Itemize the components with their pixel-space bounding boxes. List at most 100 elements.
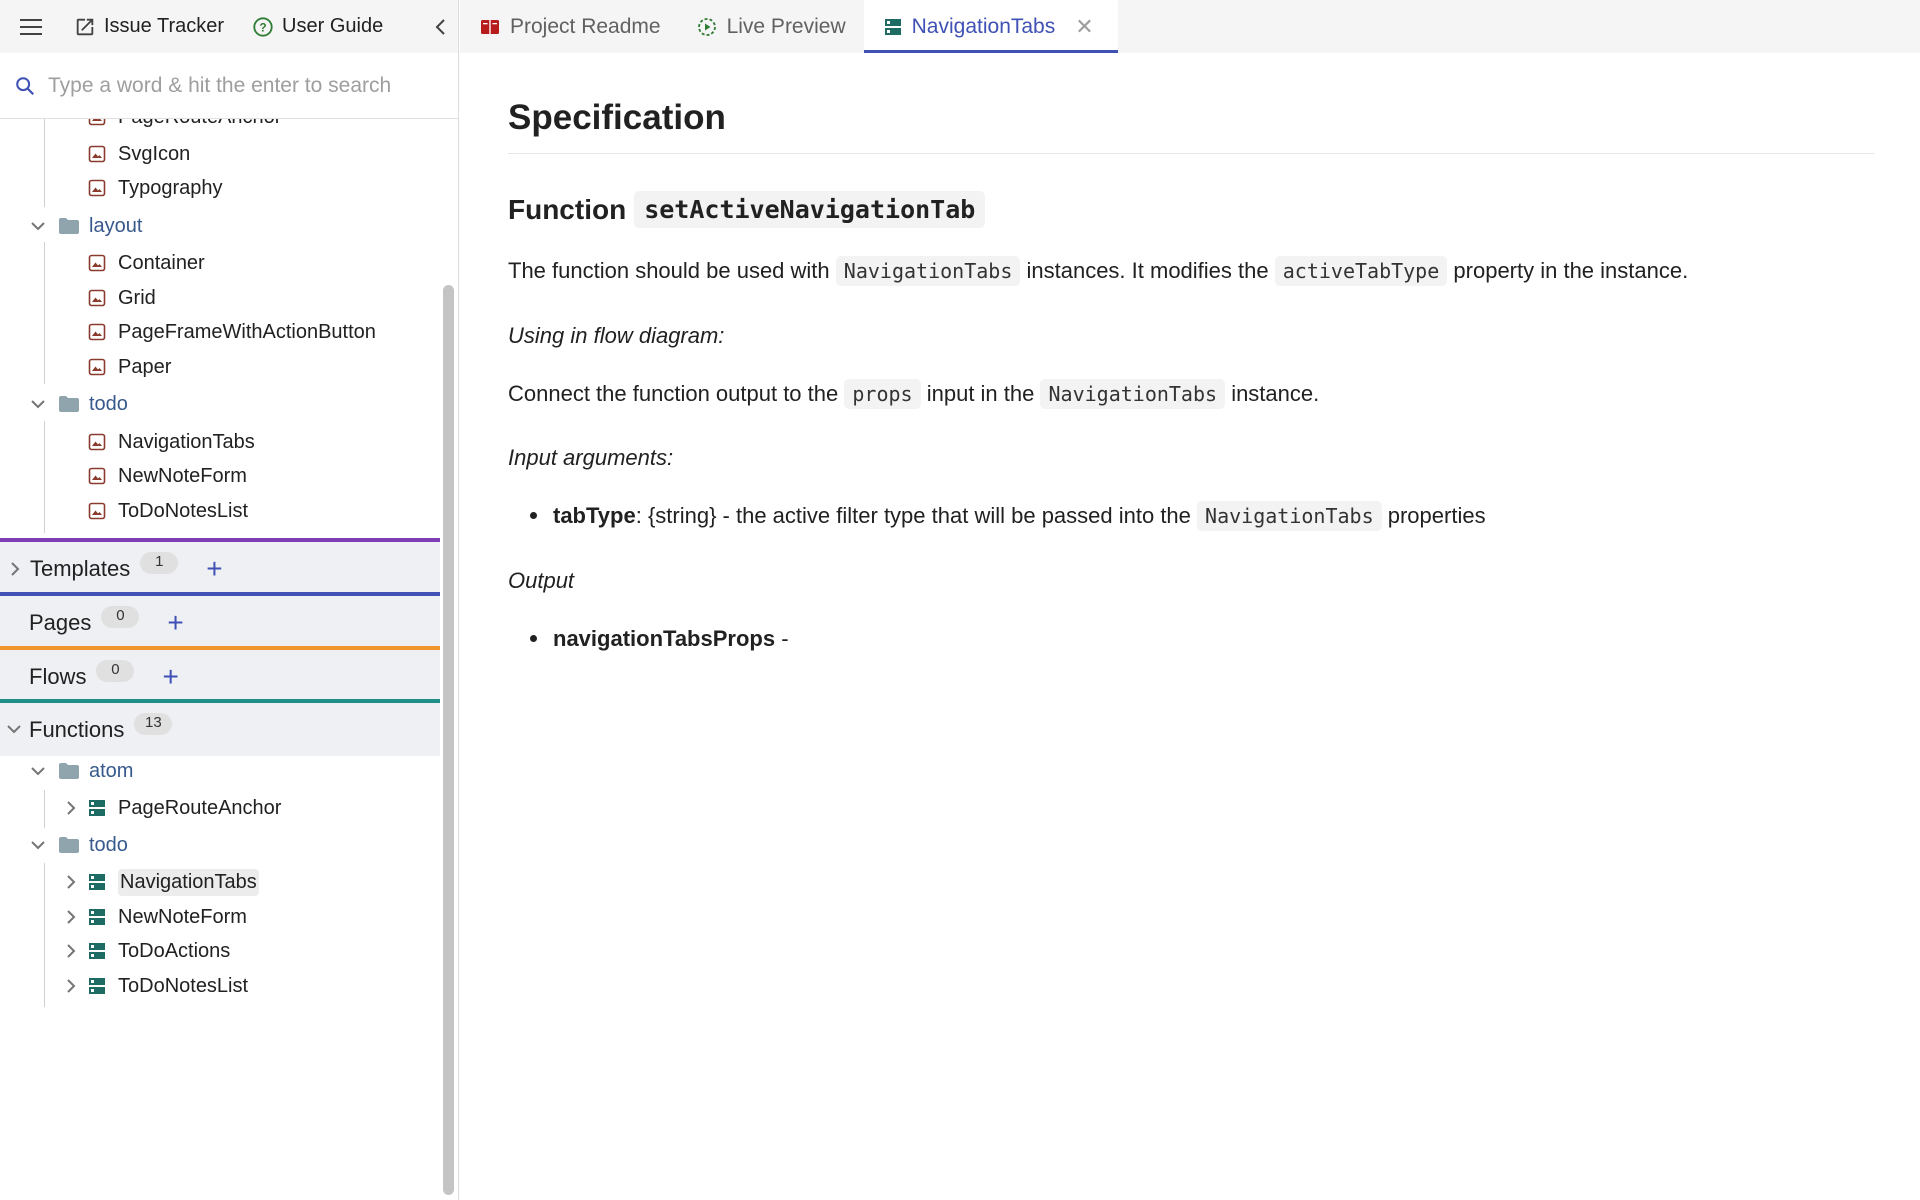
bullet-dot <box>530 635 537 643</box>
templates-count-badge: 1 <box>140 551 179 574</box>
add-template-button[interactable]: + <box>206 554 222 583</box>
function-icon <box>89 978 105 994</box>
doc-title: Specification <box>508 98 726 137</box>
user-guide-link[interactable]: ? User Guide <box>238 0 397 53</box>
readme-document: Specification Function setActiveNavigati… <box>508 53 1878 1200</box>
tree-item-component[interactable]: Grid <box>88 281 440 315</box>
functions-count-badge: 13 <box>134 712 173 735</box>
tree-guide <box>44 421 45 533</box>
tree-folder-todo-functions[interactable]: todo <box>30 828 440 862</box>
tree-item-function[interactable]: ToDoNotesList <box>64 969 440 1003</box>
chevron-right-icon <box>11 561 20 576</box>
output-list-item: navigationTabsProps - <box>530 626 789 652</box>
section-pages[interactable]: Pages 0 + <box>0 596 440 649</box>
chevron-right-icon <box>67 875 76 889</box>
component-icon <box>88 119 106 126</box>
tree-guide <box>44 790 45 828</box>
tab-navigation-tabs[interactable]: NavigationTabs ✕ <box>863 0 1118 53</box>
component-icon <box>88 433 106 451</box>
tree-item-function[interactable]: NewNoteForm <box>64 900 440 934</box>
close-tab-icon[interactable]: ✕ <box>1075 14 1093 40</box>
tab-project-readme[interactable]: Project Readme <box>460 0 679 53</box>
tree-item-component[interactable]: PageRouteAnchor <box>88 119 440 134</box>
output-label: Output <box>508 568 575 593</box>
tree-item-function[interactable]: PageRouteAnchor <box>64 791 440 825</box>
chevron-right-icon <box>67 910 76 924</box>
hamburger-icon <box>20 18 42 35</box>
function-icon <box>884 18 901 35</box>
tree-folder-layout[interactable]: layout <box>30 209 440 243</box>
tree-item-component[interactable]: NavigationTabs <box>88 425 440 459</box>
issue-tracker-link[interactable]: Issue Tracker <box>62 0 238 53</box>
search-bar <box>0 53 458 119</box>
issue-tracker-label: Issue Tracker <box>104 15 225 37</box>
collapse-sidebar-button[interactable] <box>423 0 457 53</box>
menu-button[interactable] <box>0 0 62 53</box>
tree-folder-todo[interactable]: todo <box>30 387 440 421</box>
function-icon <box>89 874 105 890</box>
tree-guide <box>44 242 45 384</box>
play-circle-icon <box>697 17 716 36</box>
sidebar-scrollbar[interactable] <box>443 285 454 1195</box>
function-name-code: setActiveNavigationTab <box>634 191 986 228</box>
pages-count-badge: 0 <box>101 605 140 628</box>
component-icon <box>88 358 106 376</box>
editor-tab-bar: Project Readme Live Preview NavigationTa… <box>460 0 1920 53</box>
tree-item-function-selected[interactable]: NavigationTabs <box>64 865 440 899</box>
tab-live-preview[interactable]: Live Preview <box>679 0 864 53</box>
tree-item-component[interactable]: NewNoteForm <box>88 459 440 493</box>
tree-item-component[interactable]: SvgIcon <box>88 137 440 171</box>
chevron-left-icon <box>435 18 445 35</box>
function-heading: Function setActiveNavigationTab <box>508 191 986 228</box>
sidebar-tree: PageRouteAnchor SvgIcon Typography layou… <box>0 119 440 1200</box>
function-icon <box>89 909 105 925</box>
folder-icon <box>59 763 79 779</box>
folder-icon <box>59 218 79 234</box>
component-icon <box>88 289 106 307</box>
component-icon <box>88 502 106 520</box>
component-icon <box>88 145 106 163</box>
folder-icon <box>59 396 79 412</box>
tree-guide <box>44 119 45 207</box>
section-functions[interactable]: Functions 13 <box>0 703 440 756</box>
external-link-icon <box>76 18 94 35</box>
input-arguments-label: Input arguments: <box>508 445 674 470</box>
search-input[interactable] <box>48 73 448 98</box>
function-icon <box>89 800 105 816</box>
tree-item-component[interactable]: ToDoNotesList <box>88 494 440 528</box>
user-guide-label: User Guide <box>282 15 384 37</box>
add-flow-button[interactable]: + <box>162 662 178 691</box>
function-icon <box>89 943 105 959</box>
section-templates[interactable]: Templates 1 + <box>0 542 440 595</box>
component-icon <box>88 179 106 197</box>
tree-item-component[interactable]: PageFrameWithActionButton <box>88 315 440 349</box>
component-icon <box>88 323 106 341</box>
tree-item-function[interactable]: ToDoActions <box>64 934 440 968</box>
tree-folder-atom[interactable]: atom <box>30 754 440 788</box>
component-icon <box>88 467 106 485</box>
description-paragraph: The function should be used with Navigat… <box>508 256 1688 286</box>
usage-paragraph: Connect the function output to the props… <box>508 379 1319 409</box>
folder-icon <box>59 837 79 853</box>
help-circle-icon: ? <box>253 16 273 37</box>
chevron-down-icon <box>31 400 45 409</box>
flows-count-badge: 0 <box>96 659 135 682</box>
chevron-down-icon <box>31 841 45 850</box>
chevron-down-icon <box>7 724 21 733</box>
argument-list-item: tabType: {string} - the active filter ty… <box>530 501 1486 531</box>
chevron-right-icon <box>67 979 76 993</box>
svg-text:?: ? <box>259 20 266 34</box>
sidebar-toolbar: Issue Tracker ? User Guide <box>0 0 458 53</box>
component-icon <box>88 254 106 272</box>
chevron-down-icon <box>31 222 45 231</box>
sidebar: Issue Tracker ? User Guide PageRouteAnch… <box>0 0 459 1200</box>
tree-item-component[interactable]: Paper <box>88 350 440 384</box>
tree-guide <box>44 863 45 1007</box>
tree-item-component[interactable]: Container <box>88 246 440 280</box>
tree-item-component[interactable]: Typography <box>88 171 440 205</box>
chevron-down-icon <box>31 767 45 776</box>
book-icon <box>481 19 499 34</box>
section-flows[interactable]: Flows 0 + <box>0 650 440 703</box>
add-page-button[interactable]: + <box>167 608 183 637</box>
title-divider <box>508 153 1874 154</box>
